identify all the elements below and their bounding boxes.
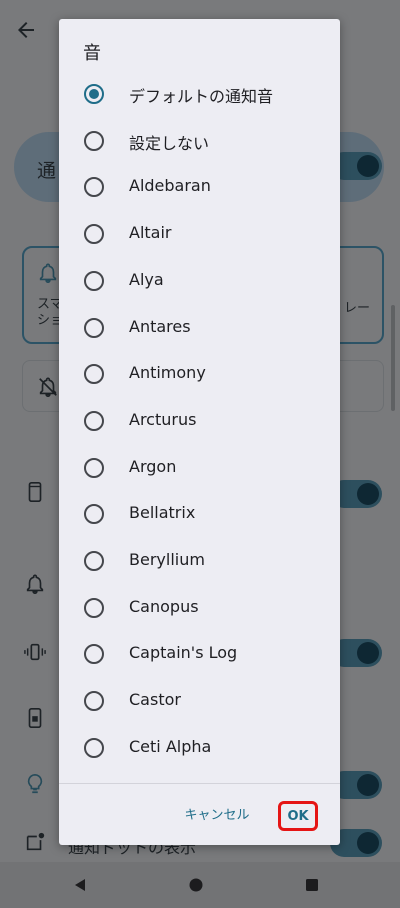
radio-button[interactable] [84,364,104,385]
nav-home-icon[interactable] [184,873,208,897]
sound-option-label: Ceti Alpha [129,736,212,756]
info-card-text-right: レー [344,301,371,316]
sound-option[interactable]: Aldebaran [59,164,340,210]
back-arrow-icon[interactable] [14,18,38,42]
radio-button[interactable] [84,224,104,245]
bell-off-icon [37,376,59,398]
radio-button[interactable] [84,130,104,151]
sound-option[interactable]: Canopus [59,585,340,631]
sound-option-label: Alya [129,269,164,289]
radio-button[interactable] [84,691,104,712]
radio-button[interactable] [84,457,104,478]
radio-button[interactable] [84,177,104,198]
sound-option-label: デフォルトの通知音 [129,87,274,106]
phone-icon [24,481,46,503]
radio-button[interactable] [84,504,104,525]
sound-option-label: Bellatrix [129,503,196,523]
bell-ring-icon [37,262,59,284]
sound-option[interactable]: Beryllium [59,538,340,584]
lightbulb-icon [24,773,46,795]
sound-option-label: Canopus [129,596,199,616]
sound-option[interactable]: Antares [59,305,340,351]
main-toggle-label: 通 [37,160,57,182]
dialog-title: 音 [83,43,101,64]
radio-button[interactable] [84,270,104,291]
sound-option-label: Antares [129,316,191,336]
sound-option-label: Antimony [129,363,206,383]
sound-option[interactable]: Argon [59,445,340,491]
sound-option-label: 設定しない [129,133,210,153]
ok-button[interactable]: OK [278,801,318,831]
radio-button[interactable] [84,317,104,338]
dialog-divider [59,783,340,784]
sound-option[interactable]: Arcturus [59,398,340,444]
sound-option-label: Captain's Log [129,643,238,663]
sound-option[interactable]: Altair [59,211,340,257]
nav-recents-icon[interactable] [300,873,324,897]
radio-button[interactable] [84,551,104,571]
vibrate-icon [24,641,46,663]
sound-option-label: Castor [129,690,181,710]
cancel-button[interactable]: キャンセル [177,804,257,828]
lock-screen-icon [24,707,46,729]
radio-button[interactable] [84,737,104,758]
sound-option-label: Arcturus [129,409,197,429]
sound-option-label: Argon [129,456,177,476]
sound-option-label: Beryllium [129,550,205,569]
sound-dialog: 音 デフォルトの通知音 設定しない Aldebaran Altair Alya … [59,19,340,845]
sound-option-label: Aldebaran [129,176,211,196]
radio-button[interactable] [84,597,104,618]
sound-option[interactable]: Ceti Alpha [59,725,340,771]
sound-option[interactable]: Alya [59,258,340,304]
sound-option[interactable]: 設定しない [59,118,340,164]
notification-dot-icon [24,831,46,853]
scrollbar[interactable] [391,305,395,411]
sound-option-label: Altair [129,223,172,243]
nav-back-icon[interactable] [68,873,92,897]
system-nav-bar [0,862,400,908]
sound-option[interactable]: Castor [59,678,340,724]
sound-option[interactable]: Captain's Log [59,631,340,677]
radio-button[interactable] [84,410,104,431]
radio-button-selected[interactable] [84,84,104,104]
sound-option[interactable]: デフォルトの通知音 [59,71,340,117]
sound-option[interactable]: Antimony [59,351,340,397]
radio-button[interactable] [84,644,104,665]
sound-option[interactable]: Bellatrix [59,491,340,537]
bell-icon [24,573,46,595]
